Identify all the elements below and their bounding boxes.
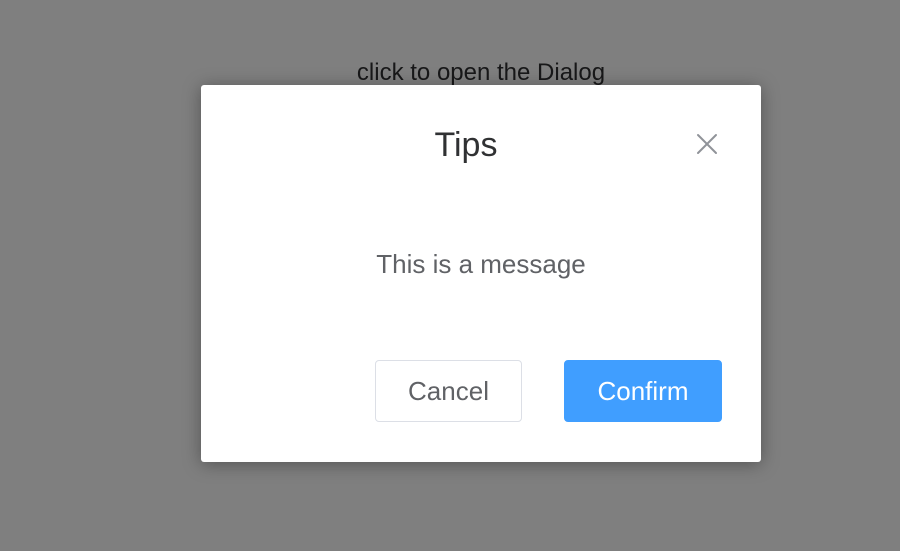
- dialog-title: Tips: [434, 126, 498, 164]
- cancel-button[interactable]: Cancel: [375, 360, 522, 422]
- dialog-message: This is a message: [376, 249, 586, 279]
- close-icon: [697, 134, 717, 154]
- page: click to open the Dialog Tips This is a …: [0, 0, 900, 551]
- close-button[interactable]: [695, 132, 719, 156]
- confirm-button[interactable]: Confirm: [564, 360, 722, 422]
- dialog: Tips This is a message Cancel Confirm: [201, 85, 761, 462]
